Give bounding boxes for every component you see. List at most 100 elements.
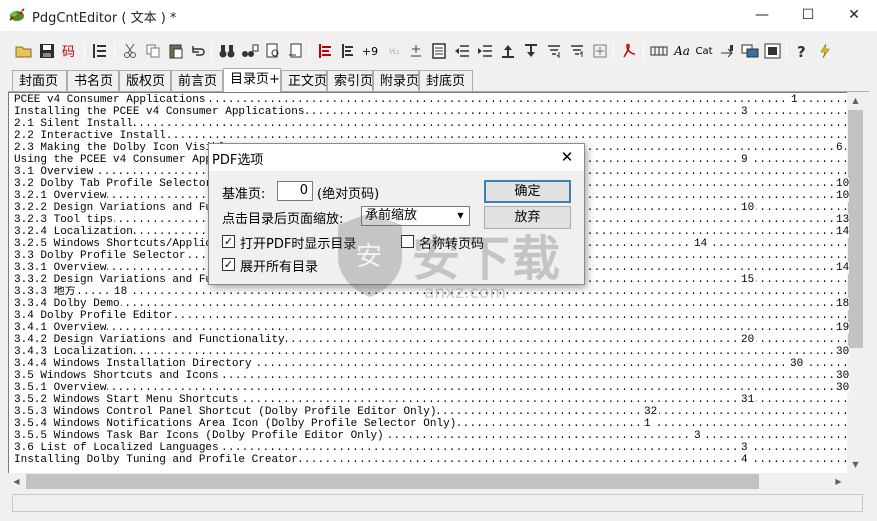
insert-link-icon[interactable]: [716, 40, 738, 62]
cut-icon[interactable]: [119, 40, 141, 62]
page-layout-icon[interactable]: [428, 40, 450, 62]
paste-icon[interactable]: [165, 40, 187, 62]
toc-line[interactable]: ........................................…: [14, 442, 849, 454]
zoom-label: 点击目录后页面缩放:: [222, 212, 344, 227]
toc-line[interactable]: ........................................…: [14, 106, 849, 118]
toc-line-text: 3.3 Dolby Profile Selector: [14, 250, 187, 262]
base-page-input[interactable]: 0: [277, 181, 313, 201]
open-folder-icon[interactable]: [13, 40, 35, 62]
toc-line-text: Installing the PCEE v4 Consumer Applicat…: [14, 106, 306, 118]
find-replace-icon[interactable]: [239, 40, 261, 62]
sort-down-icon[interactable]: [543, 40, 565, 62]
toc-line[interactable]: ........................................…: [14, 382, 849, 394]
toc-line[interactable]: ........................................…: [14, 286, 849, 298]
tab-7[interactable]: 附录页: [373, 70, 419, 91]
dialog-close-button[interactable]: ✕: [554, 145, 580, 169]
toc-line-page: 15: [739, 274, 757, 286]
toc-line-page: 3: [739, 442, 750, 454]
page-goto-icon[interactable]: [285, 40, 307, 62]
toc-line[interactable]: ........................................…: [14, 334, 849, 346]
minimize-button[interactable]: —: [739, 0, 785, 31]
name-to-page-checkbox[interactable]: [401, 235, 414, 248]
catalog-button[interactable]: Cat: [693, 40, 715, 62]
toc-line-page: 10: [834, 190, 849, 202]
tab-1[interactable]: 书名页: [67, 70, 119, 91]
encoding-icon[interactable]: 码: [59, 40, 81, 62]
copy-icon[interactable]: [142, 40, 164, 62]
indent-structure-icon[interactable]: [89, 40, 111, 62]
page-offset-button[interactable]: +9: [359, 40, 381, 62]
tab-2[interactable]: 版权页: [119, 70, 171, 91]
toc-line[interactable]: ........................................…: [14, 346, 849, 358]
help-icon[interactable]: ?: [791, 40, 813, 62]
toc-line-page: 9: [739, 154, 750, 166]
toc-line[interactable]: ........................................…: [14, 298, 849, 310]
app-logo-icon: [9, 8, 25, 21]
toc-line[interactable]: ........................................…: [14, 94, 849, 106]
show-toc-checkbox[interactable]: ✓: [222, 235, 235, 248]
toc-line-page: 6: [834, 142, 845, 154]
plus-minus-icon[interactable]: [405, 40, 427, 62]
horizontal-scrollbar[interactable]: ◀ ▶: [8, 473, 847, 490]
toc-line-page: 18: [834, 298, 849, 310]
toc-line[interactable]: ........................................…: [14, 358, 849, 370]
page-find-icon[interactable]: [262, 40, 284, 62]
toc-line-page: 20: [739, 334, 757, 346]
toc-line-page: 13: [834, 214, 849, 226]
outdent-icon[interactable]: [451, 40, 473, 62]
tab-6[interactable]: 索引页: [327, 70, 373, 91]
lightning-icon[interactable]: [814, 40, 836, 62]
pdf-export-icon[interactable]: [618, 40, 640, 62]
windows-icon[interactable]: [739, 40, 761, 62]
align-left-icon[interactable]: [337, 40, 359, 62]
columns-icon[interactable]: [648, 40, 670, 62]
align-red-icon[interactable]: [314, 40, 336, 62]
screen-capture-icon[interactable]: [762, 40, 784, 62]
undo-icon[interactable]: [187, 40, 209, 62]
expand-all-checkbox[interactable]: ✓: [222, 258, 235, 271]
toc-line[interactable]: ........................................…: [14, 430, 849, 442]
svg-text:码: 码: [62, 45, 75, 59]
merge-icon[interactable]: [589, 40, 611, 62]
vertical-scrollbar[interactable]: ▲ ▼: [847, 92, 864, 473]
toolbar: 码 +9 ¹⁄₁₁ Aa Cat ?: [0, 38, 877, 66]
sort-up-icon[interactable]: [566, 40, 588, 62]
tab-8[interactable]: 封底页: [419, 70, 473, 91]
toc-line[interactable]: ........................................…: [14, 130, 849, 142]
ok-button[interactable]: 确定: [484, 180, 571, 203]
vertical-scroll-thumb[interactable]: [848, 110, 863, 348]
toc-line-text: 3.4.3 Localization: [14, 346, 134, 358]
tab-0[interactable]: 封面页: [12, 70, 67, 91]
toc-line[interactable]: ........................................…: [14, 394, 849, 406]
toc-line-text: 3.5.3 Windows Control Panel Shortcut (Do…: [14, 406, 438, 418]
move-up-icon[interactable]: [497, 40, 519, 62]
maximize-button[interactable]: ☐: [785, 0, 831, 31]
tab-4[interactable]: 目录页+: [223, 68, 281, 92]
toc-line-text: 3.5 Windows Shortcuts and Icons: [14, 370, 220, 382]
cancel-button[interactable]: 放弃: [484, 206, 571, 229]
scroll-right-icon[interactable]: ▶: [830, 473, 847, 490]
save-icon[interactable]: [36, 40, 58, 62]
toc-line[interactable]: ........................................…: [14, 322, 849, 334]
close-button[interactable]: ✕: [831, 0, 877, 31]
zoom-select[interactable]: 承前缩放 ▼: [361, 206, 470, 226]
toc-line[interactable]: ........................................…: [14, 418, 849, 430]
find-binoculars-icon[interactable]: [216, 40, 238, 62]
toc-line[interactable]: ........................................…: [14, 118, 849, 130]
indent-icon[interactable]: [474, 40, 496, 62]
subscript-button[interactable]: ¹⁄₁₁: [383, 40, 405, 62]
move-down-icon[interactable]: [520, 40, 542, 62]
scroll-left-icon[interactable]: ◀: [8, 473, 25, 490]
toc-line[interactable]: ........................................…: [14, 454, 849, 466]
toc-line-page: 14: [834, 226, 849, 238]
scroll-up-icon[interactable]: ▲: [847, 92, 864, 109]
toc-line[interactable]: ........................................…: [14, 310, 849, 322]
tab-3[interactable]: 前言页: [171, 70, 223, 91]
toc-line[interactable]: ........................................…: [14, 370, 849, 382]
scroll-down-icon[interactable]: ▼: [847, 456, 864, 473]
toc-line[interactable]: ........................................…: [14, 406, 849, 418]
tab-5[interactable]: 正文页: [281, 70, 327, 91]
horizontal-scroll-thumb[interactable]: [26, 474, 759, 489]
toc-line-text: 3.3.4 Dolby Demo: [14, 298, 121, 310]
font-button[interactable]: Aa: [671, 40, 693, 62]
